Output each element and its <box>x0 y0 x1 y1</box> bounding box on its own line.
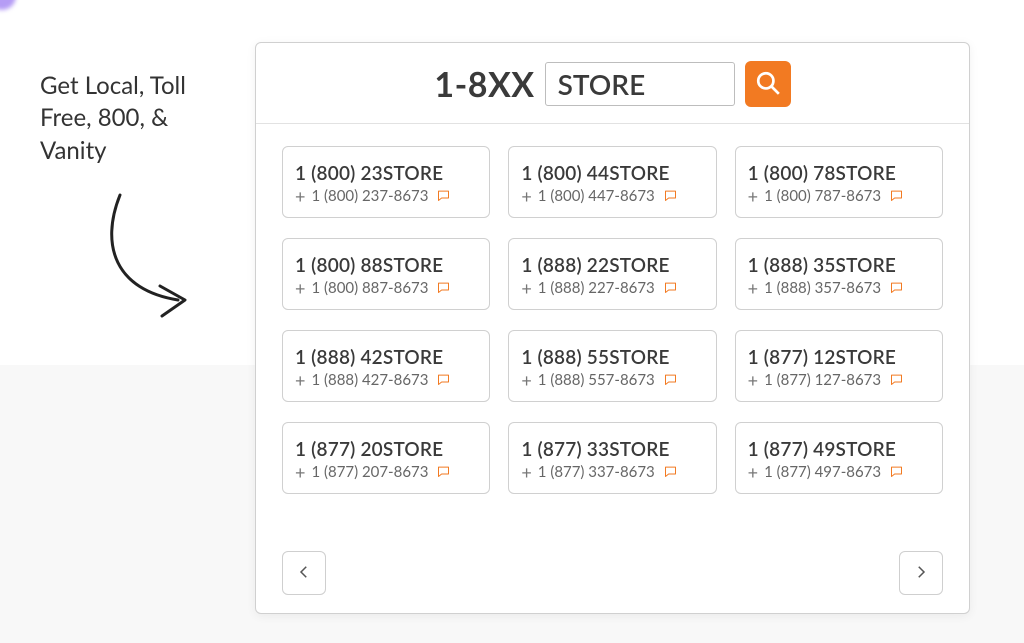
number-card[interactable]: 1 (888) 22STORE +1 (888) 227-8673 <box>508 238 716 310</box>
chat-icon <box>663 280 678 295</box>
number-card[interactable]: 1 (888) 35STORE +1 (888) 357-8673 <box>735 238 943 310</box>
plus-icon: + <box>295 279 305 297</box>
numeric-number: 1 (888) 357-8673 <box>764 279 881 297</box>
numeric-row: +1 (888) 227-8673 <box>521 279 703 297</box>
search-button[interactable] <box>745 61 791 107</box>
plus-icon: + <box>748 463 758 481</box>
search-row: 1-8XX <box>256 43 969 124</box>
number-search-panel: 1-8XX 1 (800) 23STORE+1 (800) 237-86731 … <box>255 42 970 614</box>
plus-icon: + <box>748 279 758 297</box>
search-prefix: 1-8XX <box>434 64 534 105</box>
chat-icon <box>663 372 678 387</box>
plus-icon: + <box>521 371 531 389</box>
chat-icon <box>436 464 451 479</box>
search-icon <box>755 70 781 99</box>
numeric-row: +1 (800) 887-8673 <box>295 279 477 297</box>
chat-icon <box>436 188 451 203</box>
chat-icon <box>889 188 904 203</box>
vanity-number: 1 (800) 88STORE <box>295 254 477 277</box>
number-card[interactable]: 1 (877) 20STORE +1 (877) 207-8673 <box>282 422 490 494</box>
decorative-blob <box>0 0 16 10</box>
vanity-number: 1 (888) 22STORE <box>521 254 703 277</box>
chat-icon <box>436 280 451 295</box>
numeric-number: 1 (800) 887-8673 <box>311 279 428 297</box>
number-card[interactable]: 1 (877) 49STORE +1 (877) 497-8673 <box>735 422 943 494</box>
numeric-number: 1 (877) 497-8673 <box>764 463 881 481</box>
numeric-row: +1 (877) 207-8673 <box>295 463 477 481</box>
numeric-row: +1 (888) 357-8673 <box>748 279 930 297</box>
number-card[interactable]: 1 (800) 44STORE +1 (800) 447-8673 <box>508 146 716 218</box>
pager <box>256 535 969 613</box>
numeric-row: +1 (877) 497-8673 <box>748 463 930 481</box>
number-card[interactable]: 1 (877) 12STORE +1 (877) 127-8673 <box>735 330 943 402</box>
number-card[interactable]: 1 (877) 33STORE +1 (877) 337-8673 <box>508 422 716 494</box>
number-card[interactable]: 1 (888) 55STORE +1 (888) 557-8673 <box>508 330 716 402</box>
numeric-row: +1 (800) 237-8673 <box>295 187 477 205</box>
numeric-row: +1 (877) 127-8673 <box>748 371 930 389</box>
numeric-row: +1 (888) 427-8673 <box>295 371 477 389</box>
number-card[interactable]: 1 (800) 88STORE +1 (800) 887-8673 <box>282 238 490 310</box>
chat-icon <box>663 188 678 203</box>
prev-page-button[interactable] <box>282 551 326 595</box>
plus-icon: + <box>748 187 758 205</box>
chat-icon <box>889 372 904 387</box>
plus-icon: + <box>295 463 305 481</box>
numeric-row: +1 (800) 447-8673 <box>521 187 703 205</box>
chat-icon <box>663 464 678 479</box>
vanity-number: 1 (888) 55STORE <box>521 346 703 369</box>
numeric-number: 1 (888) 427-8673 <box>311 371 428 389</box>
vanity-number: 1 (888) 42STORE <box>295 346 477 369</box>
plus-icon: + <box>521 463 531 481</box>
numeric-number: 1 (800) 447-8673 <box>538 187 655 205</box>
numeric-number: 1 (888) 557-8673 <box>538 371 655 389</box>
callout-text: Get Local, Toll Free, 800, & Vanity <box>40 70 230 167</box>
vanity-number: 1 (877) 49STORE <box>748 438 930 461</box>
numeric-row: +1 (877) 337-8673 <box>521 463 703 481</box>
plus-icon: + <box>295 187 305 205</box>
numeric-number: 1 (800) 237-8673 <box>311 187 428 205</box>
next-page-button[interactable] <box>899 551 943 595</box>
vanity-number: 1 (800) 78STORE <box>748 162 930 185</box>
numeric-number: 1 (877) 337-8673 <box>538 463 655 481</box>
numeric-row: +1 (800) 787-8673 <box>748 187 930 205</box>
number-card[interactable]: 1 (800) 78STORE +1 (800) 787-8673 <box>735 146 943 218</box>
plus-icon: + <box>521 187 531 205</box>
number-card[interactable]: 1 (888) 42STORE +1 (888) 427-8673 <box>282 330 490 402</box>
vanity-number: 1 (877) 20STORE <box>295 438 477 461</box>
chevron-left-icon <box>295 563 313 584</box>
vanity-number: 1 (888) 35STORE <box>748 254 930 277</box>
chat-icon <box>436 372 451 387</box>
number-card[interactable]: 1 (800) 23STORE +1 (800) 237-8673 <box>282 146 490 218</box>
results-grid: 1 (800) 23STORE+1 (800) 237-86731 (800) … <box>256 124 969 535</box>
numeric-number: 1 (877) 207-8673 <box>311 463 428 481</box>
plus-icon: + <box>748 371 758 389</box>
chevron-right-icon <box>912 563 930 584</box>
vanity-number: 1 (877) 12STORE <box>748 346 930 369</box>
vanity-number: 1 (800) 23STORE <box>295 162 477 185</box>
numeric-number: 1 (877) 127-8673 <box>764 371 881 389</box>
chat-icon <box>889 280 904 295</box>
plus-icon: + <box>295 371 305 389</box>
numeric-number: 1 (888) 227-8673 <box>538 279 655 297</box>
vanity-number: 1 (877) 33STORE <box>521 438 703 461</box>
arrow-icon <box>90 190 210 330</box>
numeric-row: +1 (888) 557-8673 <box>521 371 703 389</box>
numeric-number: 1 (800) 787-8673 <box>764 187 881 205</box>
chat-icon <box>889 464 904 479</box>
vanity-number: 1 (800) 44STORE <box>521 162 703 185</box>
plus-icon: + <box>521 279 531 297</box>
search-input[interactable] <box>545 62 735 106</box>
